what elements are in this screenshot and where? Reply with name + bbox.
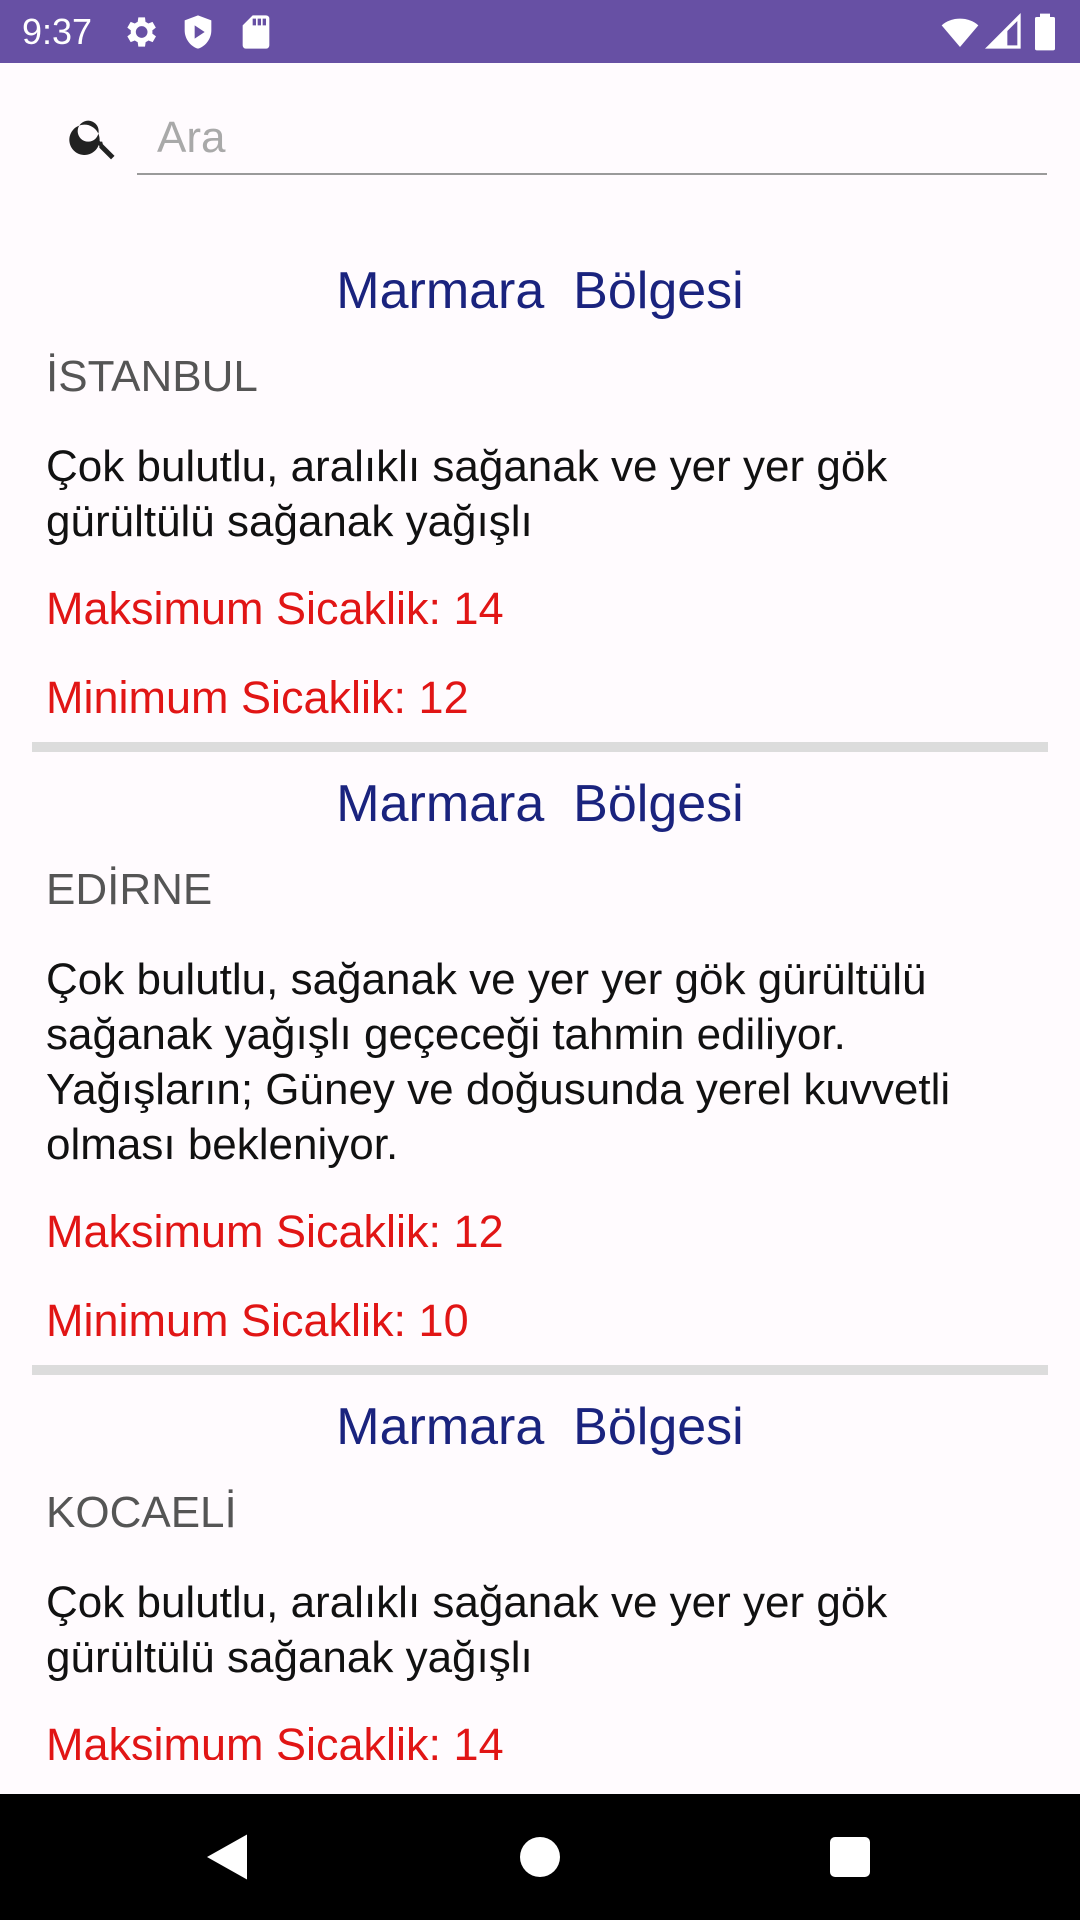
search-input[interactable]	[137, 103, 1047, 175]
forecast-description: Çok bulutlu, aralıklı sağanak ve yer yer…	[46, 442, 888, 546]
status-bar: 9:37	[0, 0, 1080, 63]
back-icon[interactable]	[197, 1827, 257, 1887]
search-icon[interactable]	[66, 109, 122, 165]
min-temperature: Minimum Sicaklik: 12	[46, 672, 469, 723]
shield-icon	[178, 12, 218, 52]
divider	[32, 1365, 1048, 1375]
search-bar	[0, 63, 1080, 203]
region-title: Marmara Bölgesi	[336, 262, 744, 320]
divider	[32, 742, 1048, 752]
recents-icon[interactable]	[820, 1827, 880, 1887]
gear-icon	[120, 12, 160, 52]
region-title: Marmara Bölgesi	[336, 1398, 744, 1456]
forecast-description: Çok bulutlu, aralıklı sağanak ve yer yer…	[46, 1578, 888, 1682]
list-item[interactable]: Marmara Bölgesi KOCAELİ Çok bulutlu, ara…	[0, 1375, 1080, 1760]
max-temperature: Maksimum Sicaklik: 12	[46, 1206, 504, 1257]
wifi-icon	[940, 12, 980, 52]
status-time: 9:37	[22, 11, 93, 52]
signal-icon	[984, 12, 1024, 52]
home-icon[interactable]	[510, 1827, 570, 1887]
min-temperature: Minimum Sicaklik: 10	[46, 1295, 469, 1346]
forecast-description: Çok bulutlu, sağanak ve yer yer gök gürü…	[46, 955, 951, 1169]
list-item[interactable]: Marmara Bölgesi EDİRNE Çok bulutlu, sağa…	[0, 752, 1080, 1375]
navigation-bar	[0, 1794, 1080, 1920]
max-temperature: Maksimum Sicaklik: 14	[46, 1719, 504, 1760]
city-name: İSTANBUL	[46, 352, 258, 401]
weather-list[interactable]: Marmara Bölgesi İSTANBUL Çok bulutlu, ar…	[0, 203, 1080, 1760]
region-title: Marmara Bölgesi	[336, 775, 744, 833]
list-item[interactable]: Marmara Bölgesi İSTANBUL Çok bulutlu, ar…	[0, 203, 1080, 752]
city-name: KOCAELİ	[46, 1488, 237, 1537]
battery-icon	[1030, 12, 1060, 52]
city-name: EDİRNE	[46, 865, 213, 914]
max-temperature: Maksimum Sicaklik: 14	[46, 583, 504, 634]
sd-card-icon	[236, 12, 276, 52]
